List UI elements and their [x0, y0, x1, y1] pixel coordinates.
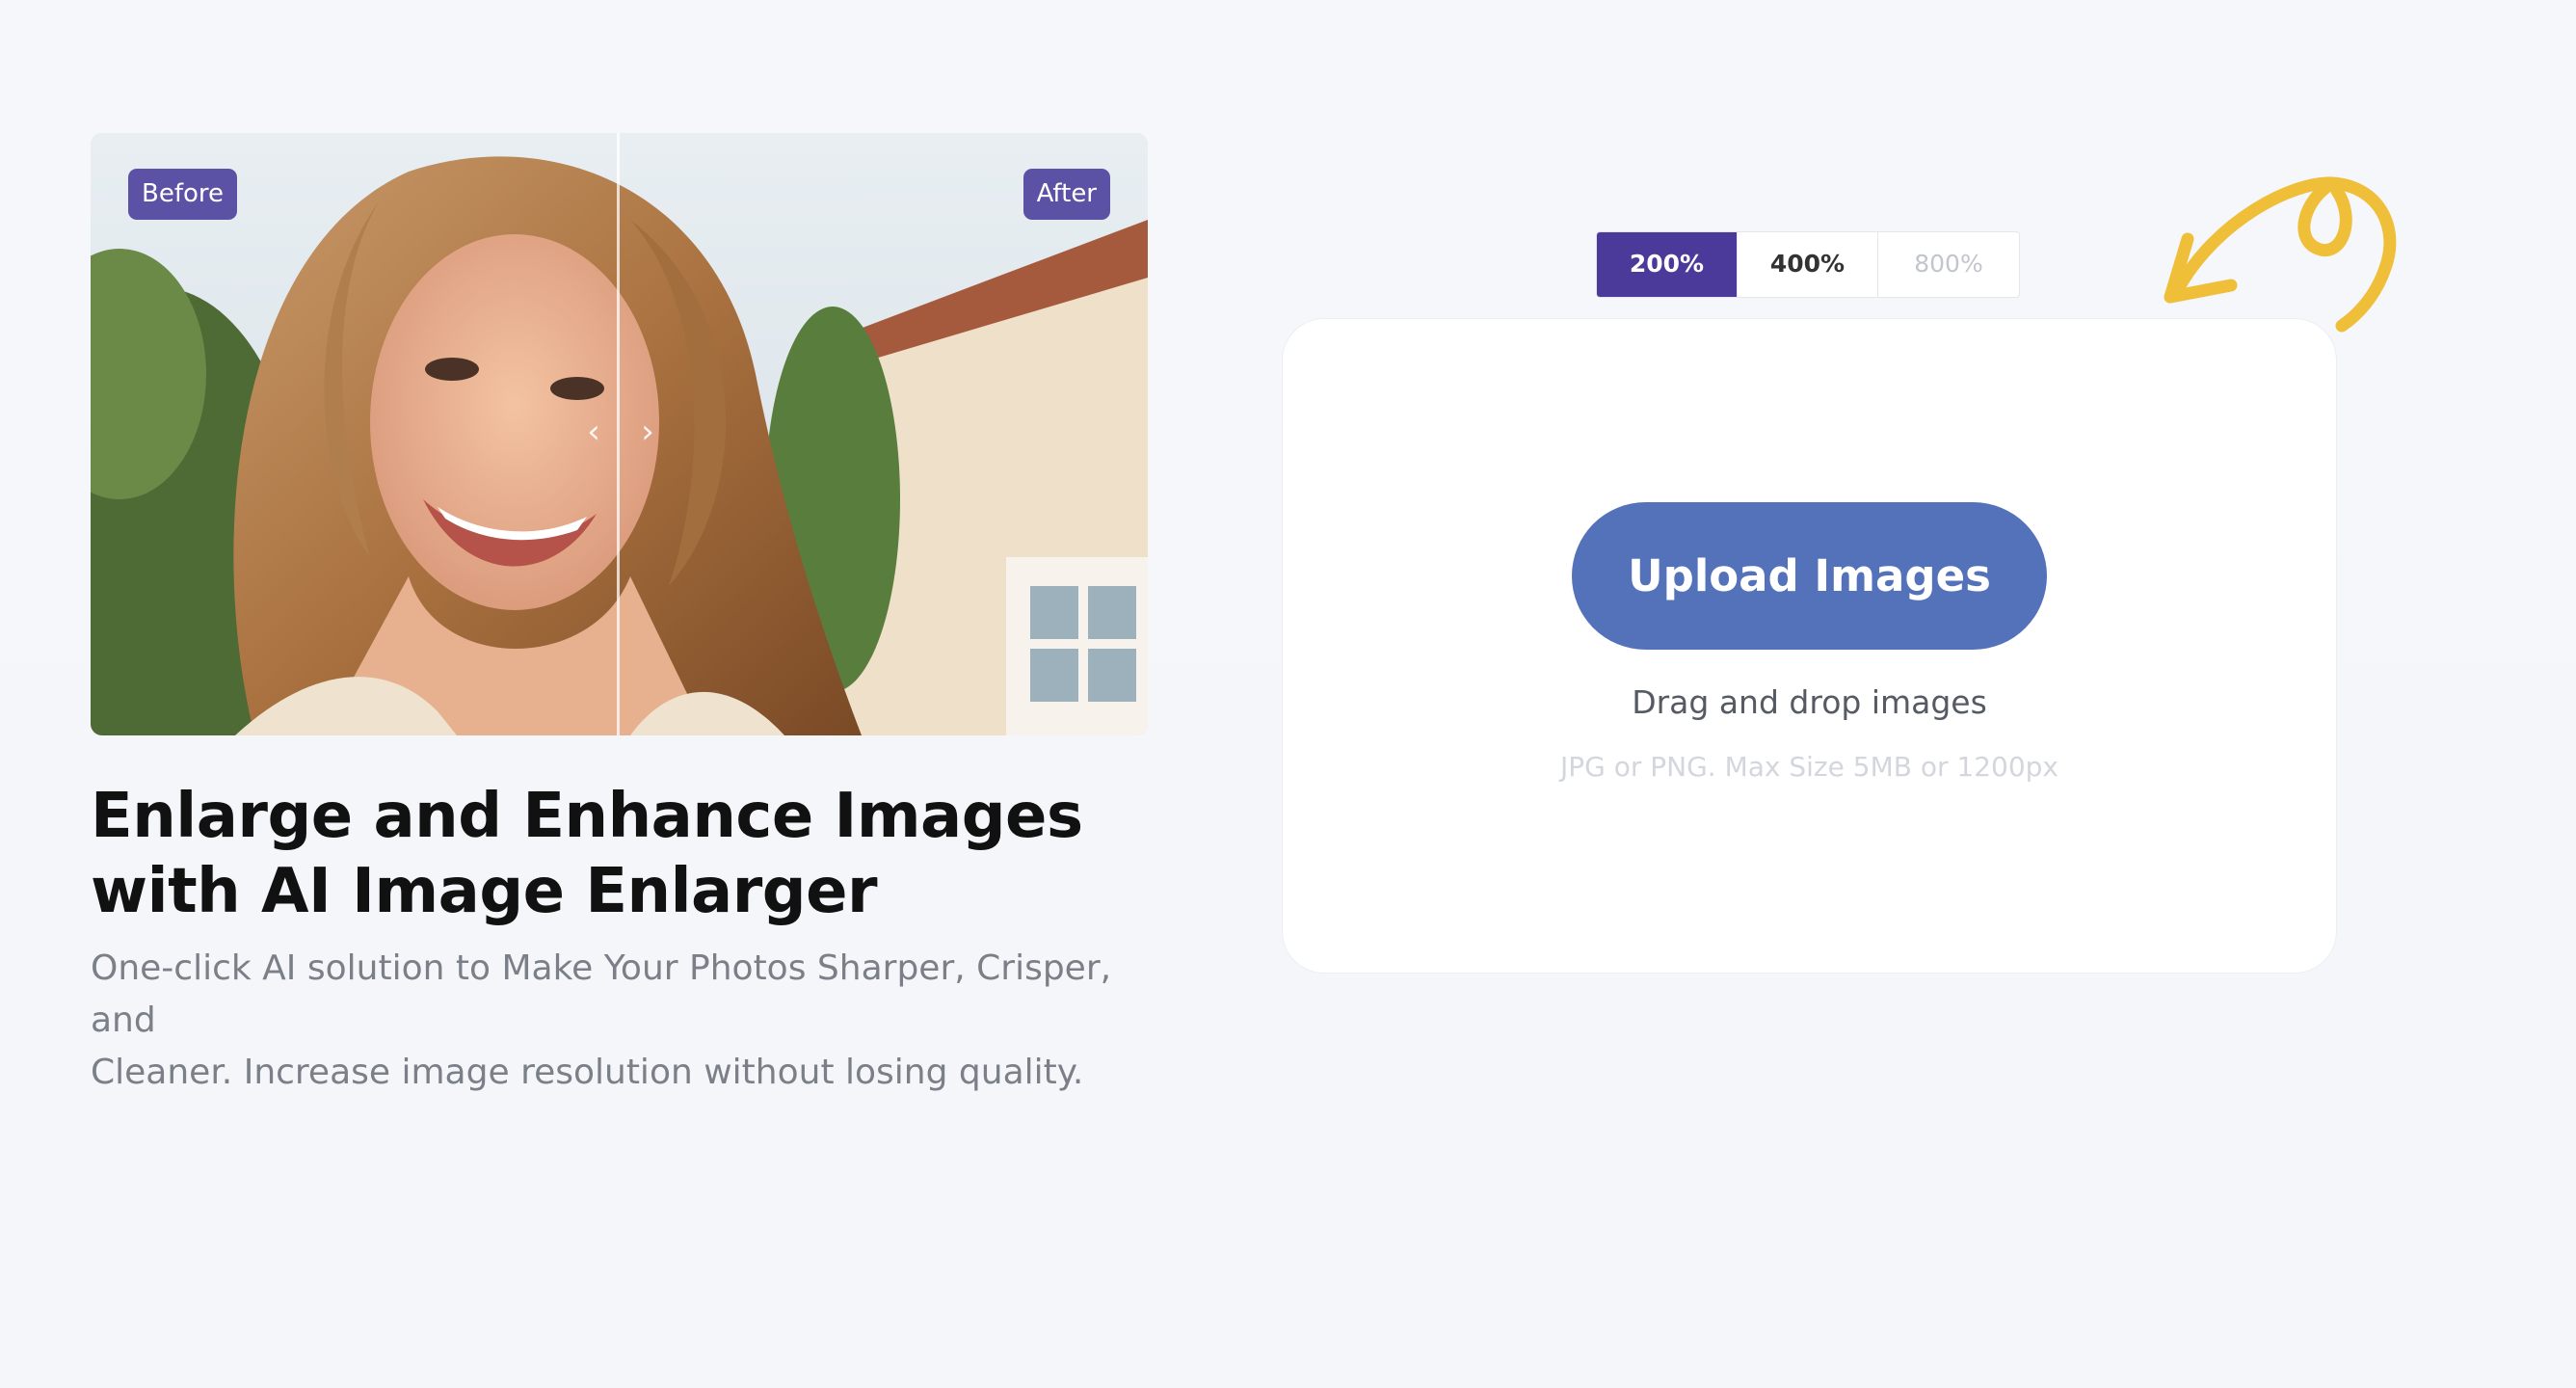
page-title: Enlarge and Enhance Images with AI Image…	[91, 779, 1170, 929]
comparison-divider[interactable]	[617, 133, 620, 735]
chevron-right-icon[interactable]: ›	[633, 413, 662, 451]
chevron-left-icon[interactable]: ‹	[579, 413, 608, 451]
scale-option-400[interactable]: 400%	[1738, 232, 1878, 297]
scale-selector: 200% 400% 800%	[1596, 231, 2020, 298]
before-after-comparison[interactable]: ‹ › Before After	[91, 133, 1148, 735]
upload-dropzone[interactable]: Upload Images Drag and drop images JPG o…	[1282, 318, 2337, 974]
scale-option-800[interactable]: 800%	[1878, 232, 2019, 297]
page-subtitle: One-click AI solution to Make Your Photo…	[91, 943, 1151, 1099]
page-subtitle-line-2: Cleaner. Increase image resolution witho…	[91, 1053, 1084, 1092]
scale-option-200[interactable]: 200%	[1597, 232, 1738, 297]
drag-drop-label: Drag and drop images	[1632, 683, 1987, 721]
after-badge: After	[1022, 169, 1110, 220]
page-subtitle-line-1: One-click AI solution to Make Your Photo…	[91, 948, 1112, 1040]
before-badge: Before	[128, 169, 238, 220]
page-title-line-1: Enlarge and Enhance Images	[91, 781, 1083, 852]
page-title-line-2: with AI Image Enlarger	[91, 856, 878, 927]
upload-images-button[interactable]: Upload Images	[1572, 502, 2047, 650]
file-requirements-hint: JPG or PNG. Max Size 5MB or 1200px	[1559, 751, 2058, 783]
